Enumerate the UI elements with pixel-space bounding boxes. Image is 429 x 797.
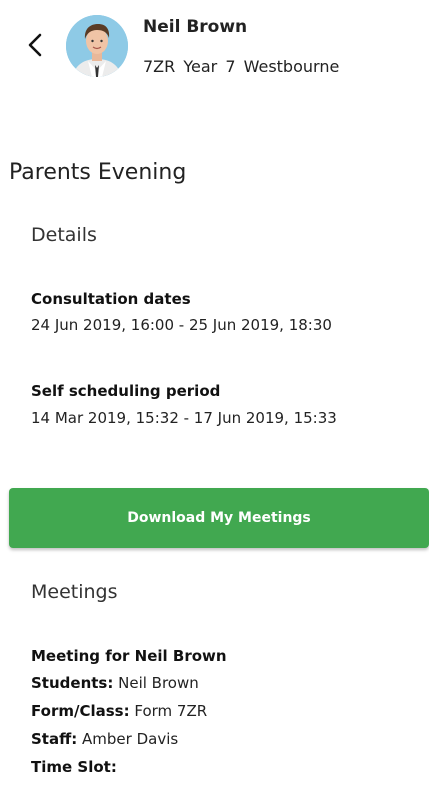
student-name: Neil Brown <box>143 17 248 37</box>
meeting-staff-label: Staff: <box>31 730 78 748</box>
meeting-form-value: Form 7ZR <box>134 702 208 720</box>
download-meetings-button[interactable]: Download My Meetings <box>9 488 429 548</box>
self-scheduling-value: 14 Mar 2019, 15:32 - 17 Jun 2019, 15:33 <box>31 409 337 427</box>
meeting-staff: Staff: Amber Davis <box>31 730 178 748</box>
meeting-students-value: Neil Brown <box>118 674 199 692</box>
student-meta: 7ZR Year 7 Westbourne <box>143 57 339 76</box>
meeting-title: Meeting for Neil Brown <box>31 647 227 665</box>
student-year: Year 7 <box>183 57 236 76</box>
back-button[interactable] <box>18 28 52 62</box>
avatar <box>66 15 128 77</box>
meetings-heading: Meetings <box>31 581 118 603</box>
student-form: 7ZR <box>143 57 176 76</box>
meeting-students-label: Students: <box>31 674 114 692</box>
student-photo <box>66 15 128 77</box>
parents-evening-screen: Neil Brown 7ZR Year 7 Westbourne Parents… <box>0 0 429 797</box>
consultation-dates-label: Consultation dates <box>31 290 191 308</box>
meeting-students: Students: Neil Brown <box>31 674 199 692</box>
student-house: Westbourne <box>243 57 340 76</box>
details-heading: Details <box>31 224 97 246</box>
meeting-timeslot-label: Time Slot: <box>31 758 117 776</box>
student-header: Neil Brown 7ZR Year 7 Westbourne <box>0 0 429 100</box>
page-title: Parents Evening <box>9 160 187 185</box>
meeting-staff-value: Amber Davis <box>82 730 179 748</box>
chevron-left-icon <box>28 33 42 57</box>
meeting-timeslot: Time Slot: <box>31 758 117 776</box>
self-scheduling-label: Self scheduling period <box>31 382 221 400</box>
meeting-form-label: Form/Class: <box>31 702 130 720</box>
consultation-dates-value: 24 Jun 2019, 16:00 - 25 Jun 2019, 18:30 <box>31 316 332 334</box>
meeting-form: Form/Class: Form 7ZR <box>31 702 207 720</box>
